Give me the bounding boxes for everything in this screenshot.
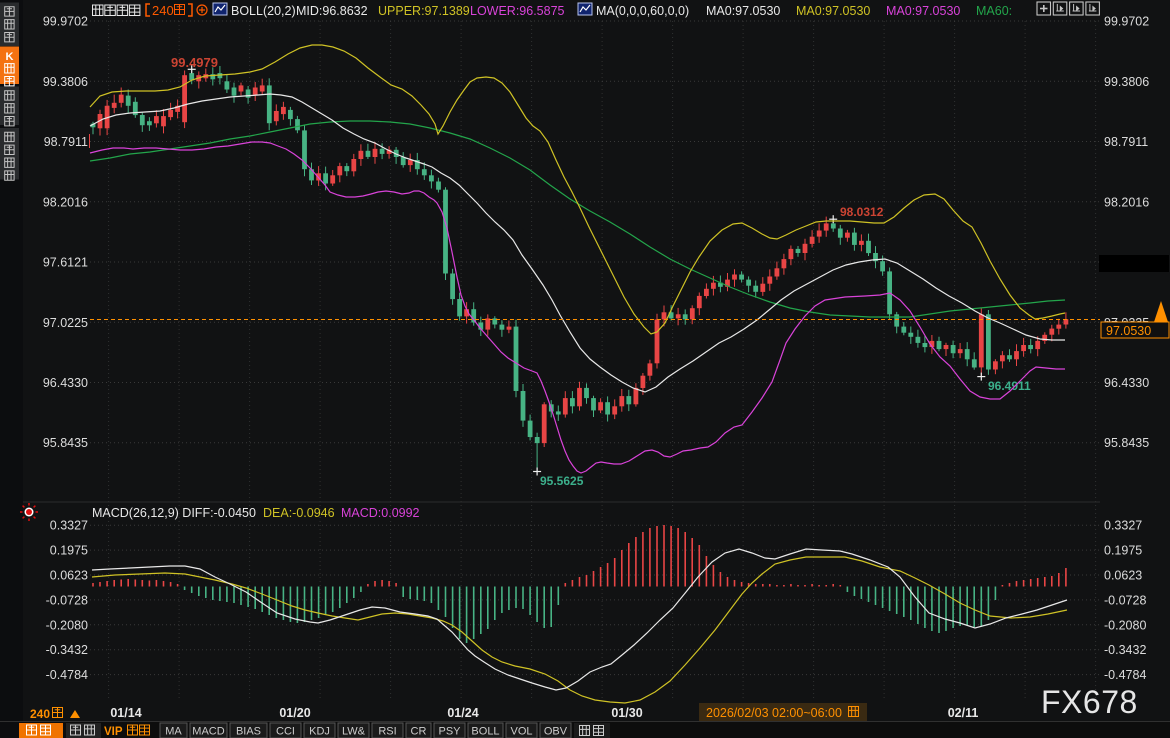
svg-text:01/24: 01/24 [447,706,478,720]
svg-text:98.7911: 98.7911 [44,135,88,149]
svg-text:BOLL: BOLL [471,726,499,738]
svg-text:0.1975: 0.1975 [50,544,88,558]
svg-text:99.4979: 99.4979 [171,55,218,70]
svg-text:98.0312: 98.0312 [840,205,884,219]
svg-text:99.3806: 99.3806 [1104,75,1149,89]
svg-text:95.8435: 95.8435 [1104,436,1149,450]
svg-text:240: 240 [30,707,50,721]
svg-text:-0.0728: -0.0728 [1104,593,1146,607]
svg-text:240: 240 [152,3,174,18]
svg-text:MA0:97.0530: MA0:97.0530 [796,4,870,18]
svg-text:98.2016: 98.2016 [43,195,88,209]
svg-text:02/11: 02/11 [948,706,979,720]
svg-text:DEA:-0.0946: DEA:-0.0946 [263,506,335,520]
svg-text:MA60:: MA60: [976,4,1012,18]
svg-text:2026/02/03 02:00~06:00: 2026/02/03 02:00~06:00 [706,706,842,720]
svg-text:MA0:97.0530: MA0:97.0530 [706,4,780,18]
svg-text:97.0530: 97.0530 [1106,324,1151,338]
svg-text:-0.2080: -0.2080 [1104,618,1146,632]
svg-text:MACD(26,12,9) DIFF:-0.0450: MACD(26,12,9) DIFF:-0.0450 [92,506,256,520]
svg-text:-0.4784: -0.4784 [1104,668,1146,682]
svg-text:0.0623: 0.0623 [50,569,88,583]
svg-text:99.9702: 99.9702 [43,15,88,29]
svg-text:95.8435: 95.8435 [43,436,88,450]
svg-text:MACD: MACD [192,726,224,738]
svg-text:MID:96.8632: MID:96.8632 [296,4,368,18]
svg-text:CCI: CCI [276,726,295,738]
svg-text:96.4330: 96.4330 [43,376,88,390]
svg-text:95.5625: 95.5625 [540,474,584,488]
svg-text:MA0:97.0530: MA0:97.0530 [886,4,960,18]
svg-text:99.3806: 99.3806 [43,75,88,89]
svg-text:LW&: LW& [342,726,366,738]
svg-text:PSY: PSY [438,726,461,738]
svg-text:BOLL(20,2): BOLL(20,2) [231,4,296,18]
svg-text:MA: MA [165,726,182,738]
svg-text:VIP: VIP [104,726,123,738]
svg-text:0.3327: 0.3327 [50,519,88,533]
svg-text:01/30: 01/30 [611,706,642,720]
svg-text:97.0225: 97.0225 [43,316,88,330]
svg-text:VOL: VOL [510,726,532,738]
svg-text:-0.4784: -0.4784 [46,668,88,682]
svg-text:FX678: FX678 [1041,684,1138,720]
svg-text:MACD:0.0992: MACD:0.0992 [341,506,420,520]
svg-text:BIAS: BIAS [236,726,261,738]
svg-text:98.2016: 98.2016 [1104,195,1149,209]
svg-text:K: K [6,51,14,63]
svg-text:98.7911: 98.7911 [1104,135,1148,149]
svg-text:OBV: OBV [544,726,568,738]
svg-text:-0.2080: -0.2080 [46,618,88,632]
svg-text:01/14: 01/14 [110,706,141,720]
svg-text:-0.3432: -0.3432 [46,643,88,657]
svg-text:0.1975: 0.1975 [1104,544,1142,558]
svg-text:0.3327: 0.3327 [1104,519,1142,533]
svg-text:01/20: 01/20 [279,706,310,720]
svg-text:97.6121: 97.6121 [43,256,88,270]
svg-text:LOWER:96.5875: LOWER:96.5875 [470,4,565,18]
svg-text:-0.0728: -0.0728 [46,593,88,607]
svg-text:96.4330: 96.4330 [1104,376,1149,390]
svg-text:RSI: RSI [378,726,396,738]
svg-text:0.0623: 0.0623 [1104,569,1142,583]
svg-text:KDJ: KDJ [309,726,330,738]
svg-text:CR: CR [411,726,427,738]
svg-text:MA(0,0,0,60,0,0): MA(0,0,0,60,0,0) [596,4,689,18]
svg-text:99.9702: 99.9702 [1104,15,1149,29]
svg-text:-0.3432: -0.3432 [1104,643,1146,657]
svg-text:UPPER:97.1389: UPPER:97.1389 [378,4,470,18]
